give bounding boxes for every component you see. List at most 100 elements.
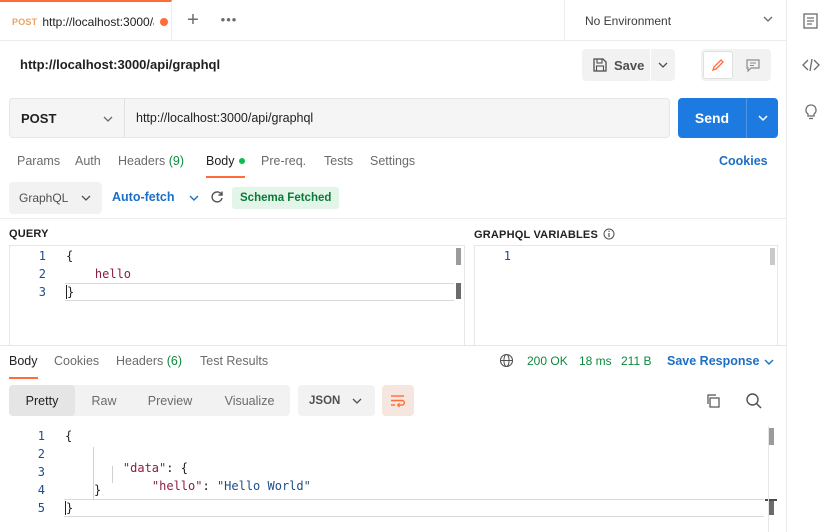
response-tab-cookies-label: Cookies — [54, 354, 100, 368]
environment-quick-look-icon[interactable] — [801, 11, 821, 31]
view-mode-visualize[interactable]: Visualize — [212, 385, 287, 416]
response-tab-body-label: Body — [9, 354, 38, 368]
line-number: 3 — [37, 465, 45, 479]
scrollbar-thumb[interactable] — [769, 501, 774, 515]
response-tab-headers-label: Headers — [116, 354, 164, 368]
chevron-down-icon — [758, 115, 768, 122]
save-options-button[interactable] — [651, 49, 675, 81]
format-select[interactable]: JSON — [298, 385, 375, 416]
scrollbar-thumb[interactable] — [769, 428, 774, 445]
tab-headers-label: Headers — [118, 154, 166, 168]
request-tab[interactable]: POST http://localhost:3000/api/graphql — [0, 0, 172, 41]
search-icon[interactable] — [745, 392, 763, 410]
response-size[interactable]: 211 B — [621, 354, 651, 368]
save-button[interactable]: Save — [582, 49, 650, 81]
line-number: 5 — [37, 501, 45, 515]
scrollbar-thumb[interactable] — [456, 283, 461, 299]
tab-settings[interactable]: Settings — [370, 154, 415, 178]
chevron-down-icon — [103, 116, 113, 122]
url-input[interactable]: http://localhost:3000/api/graphql — [124, 98, 670, 138]
send-label: Send — [694, 110, 730, 126]
chevron-down-icon — [81, 195, 91, 201]
pencil-icon — [711, 59, 724, 72]
variables-pane-title-text: GRAPHQL VARIABLES — [474, 229, 599, 241]
wrap-lines-icon — [391, 395, 405, 408]
view-mode-raw[interactable]: Raw — [78, 385, 130, 416]
response-status[interactable]: 200 OK — [527, 354, 568, 368]
chevron-down-icon — [658, 62, 668, 68]
comments-button[interactable] — [738, 51, 768, 79]
query-pane-title: QUERY — [9, 228, 49, 240]
response-tab-cookies[interactable]: Cookies — [54, 354, 99, 379]
tab-params[interactable]: Params — [17, 154, 60, 178]
chevron-down-icon[interactable] — [188, 192, 200, 204]
chevron-down-icon[interactable] — [763, 356, 775, 368]
right-sidebar — [786, 0, 834, 532]
body-type-label: GraphQL — [19, 191, 69, 205]
line-number: 3 — [38, 285, 46, 299]
request-tab-method: POST — [12, 16, 38, 27]
unsaved-dot-icon — [160, 17, 169, 26]
view-mode-preview[interactable]: Preview — [137, 385, 203, 416]
save-label: Save — [614, 57, 645, 73]
new-tab-plus-icon[interactable]: + — [182, 10, 204, 32]
refresh-icon[interactable] — [210, 190, 224, 204]
send-options-button[interactable] — [746, 98, 778, 138]
response-time[interactable]: 18 ms — [579, 354, 612, 368]
response-tab-test-results[interactable]: Test Results — [200, 354, 268, 379]
tab-headers-count: (9) — [168, 154, 185, 168]
scrollbar-thumb[interactable] — [456, 248, 461, 265]
chevron-down-icon — [763, 16, 773, 22]
edit-mode-button[interactable] — [703, 51, 733, 79]
line-number: 1 — [38, 249, 46, 263]
code-line: "hello": "Hello World" — [123, 465, 311, 507]
view-mode-pretty[interactable]: Pretty — [9, 385, 75, 416]
tab-params-label: Params — [17, 154, 61, 168]
copy-icon[interactable] — [705, 393, 721, 409]
tab-tests[interactable]: Tests — [324, 154, 353, 178]
code-line: { — [66, 249, 74, 263]
scrollbar-thumb[interactable] — [770, 248, 775, 265]
method-select[interactable]: POST — [9, 98, 125, 138]
divider — [0, 345, 786, 346]
request-title[interactable]: http://localhost:3000/api/graphql — [20, 57, 220, 72]
environment-select[interactable]: No Environment — [564, 0, 786, 41]
code-snippet-icon[interactable] — [801, 55, 821, 75]
environment-label: No Environment — [585, 13, 672, 28]
tab-auth-label: Auth — [75, 154, 101, 168]
response-tab-body[interactable]: Body — [9, 354, 38, 379]
save-response-button[interactable]: Save Response — [667, 354, 759, 368]
line-number: 1 — [37, 429, 45, 443]
body-type-select[interactable]: GraphQL — [9, 182, 102, 214]
cookies-link[interactable]: Cookies — [719, 154, 768, 168]
tab-tests-label: Tests — [324, 154, 354, 168]
code-line: hello — [66, 267, 132, 281]
divider — [0, 218, 786, 219]
response-body-editor[interactable]: 1 2 3 4 5 { "data": { "hello": "Hello Wo… — [9, 426, 778, 532]
tab-headers[interactable]: Headers (9) — [118, 154, 184, 178]
line-number: 1 — [503, 249, 511, 263]
variables-editor[interactable]: 1 — [474, 245, 778, 345]
format-label: JSON — [309, 394, 341, 407]
lightbulb-icon[interactable] — [801, 102, 821, 122]
globe-icon[interactable] — [499, 353, 514, 368]
tab-auth[interactable]: Auth — [75, 154, 101, 178]
tab-prereq[interactable]: Pre-req. — [261, 154, 306, 178]
query-editor[interactable]: 1 2 3 { hello } — [9, 245, 465, 345]
active-line-highlight — [65, 283, 454, 301]
code-line: } — [65, 501, 74, 515]
wrap-lines-button[interactable] — [382, 385, 414, 416]
body-indicator-dot-icon — [238, 157, 245, 164]
json-key: "hello" — [151, 479, 203, 493]
url-value: http://localhost:3000/api/graphql — [136, 111, 314, 125]
code-line: { — [65, 429, 73, 443]
more-tabs-icon[interactable]: ••• — [218, 10, 240, 32]
request-tab-url: http://localhost:3000/api/graphql — [42, 14, 154, 29]
send-button[interactable]: Send — [678, 98, 746, 138]
tab-body[interactable]: Body — [206, 154, 245, 178]
code-line: } — [66, 285, 75, 299]
autofetch-toggle[interactable]: Auto-fetch — [112, 190, 175, 204]
tab-prereq-label: Pre-req. — [261, 154, 307, 168]
response-tab-headers[interactable]: Headers (6) — [116, 354, 182, 379]
info-icon[interactable] — [603, 228, 615, 240]
